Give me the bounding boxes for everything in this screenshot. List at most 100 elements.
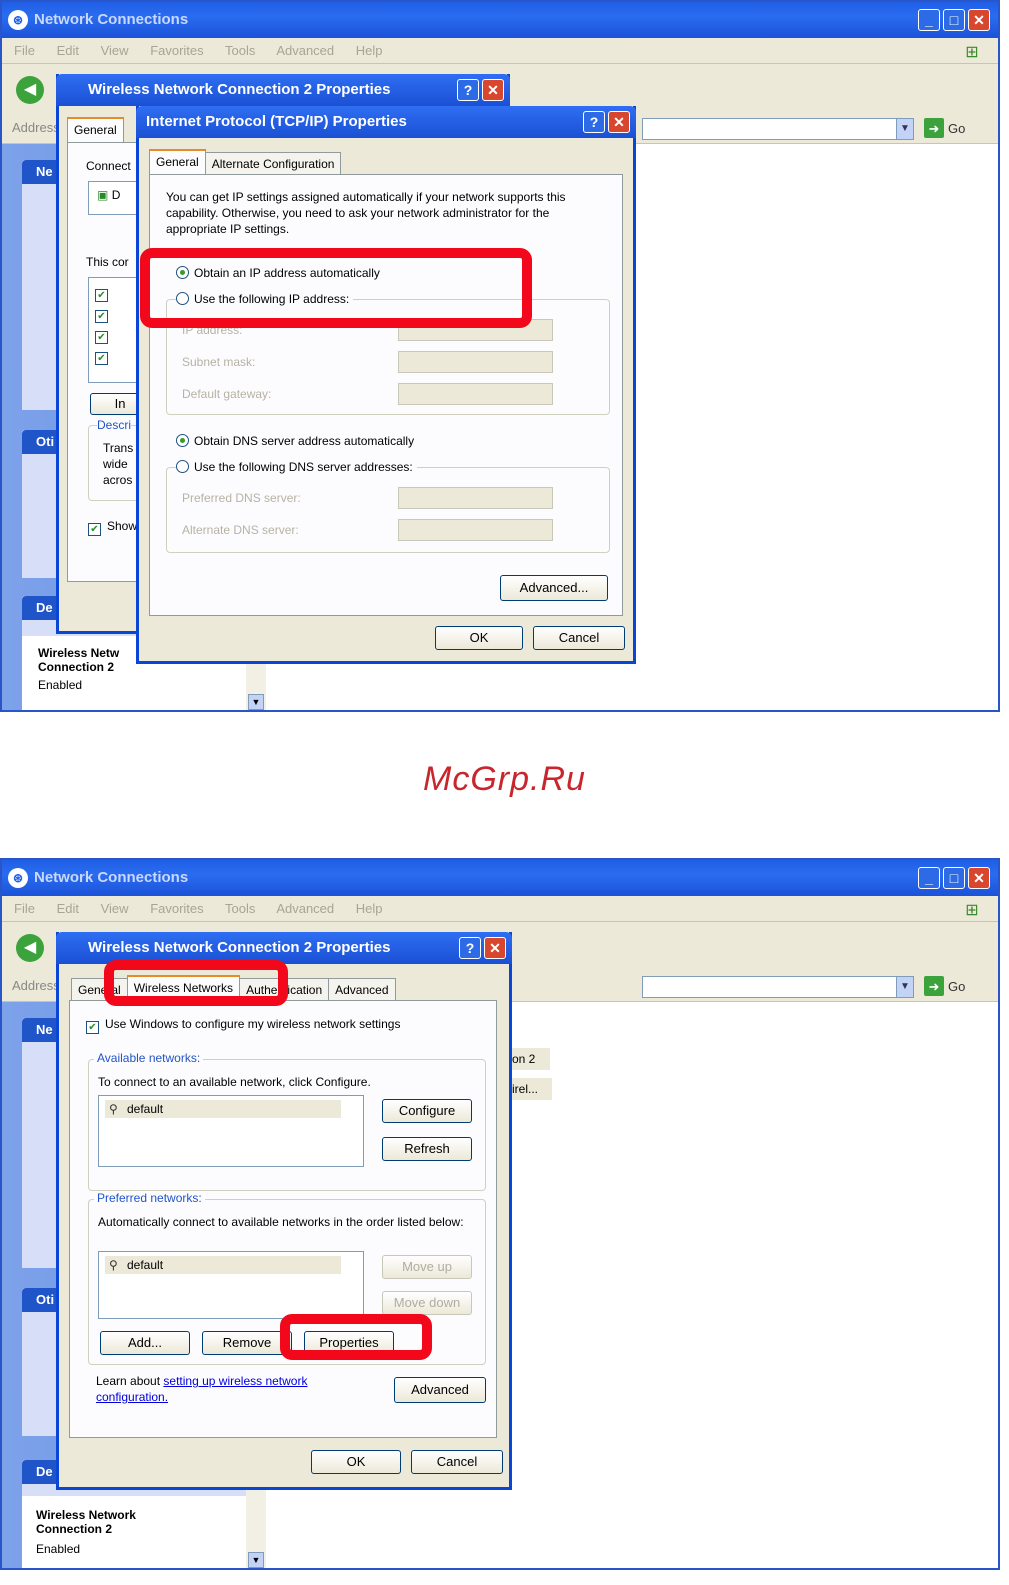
- preferred-networks-desc: Automatically connect to available netwo…: [98, 1215, 464, 1229]
- tab-general[interactable]: General: [149, 149, 206, 174]
- network-icon: ⊛: [8, 10, 28, 30]
- chevron-down-icon[interactable]: ▼: [248, 694, 264, 710]
- radio-unselected-icon[interactable]: [176, 460, 189, 473]
- advanced-button[interactable]: Advanced: [394, 1377, 486, 1403]
- default-gateway-field[interactable]: [398, 383, 553, 405]
- chevron-down-icon[interactable]: ▼: [896, 976, 914, 998]
- move-up-button[interactable]: Move up: [382, 1255, 472, 1279]
- ok-button[interactable]: OK: [435, 626, 523, 650]
- minimize-button[interactable]: _: [918, 9, 940, 31]
- use-windows-checkbox[interactable]: ✔ Use Windows to configure my wireless ne…: [86, 1017, 400, 1034]
- tab-general[interactable]: General: [67, 117, 124, 142]
- alternate-dns-field[interactable]: [398, 519, 553, 541]
- address-input[interactable]: [642, 976, 914, 998]
- connection-item-label[interactable]: irel...: [512, 1078, 552, 1100]
- cancel-button[interactable]: Cancel: [411, 1450, 503, 1474]
- chevron-down-icon[interactable]: ▼: [896, 118, 914, 140]
- intro-text: You can get IP settings assigned automat…: [166, 190, 566, 236]
- add-button[interactable]: Add...: [100, 1331, 190, 1355]
- address-label: Address: [12, 978, 60, 993]
- menu-file[interactable]: File: [14, 901, 35, 916]
- preferred-networks-list[interactable]: ⚲ default: [98, 1251, 364, 1319]
- wireless-networks-panel: ✔ Use Windows to configure my wireless ne…: [69, 1000, 497, 1438]
- advanced-button[interactable]: Advanced...: [500, 575, 608, 601]
- details-status: Enabled: [36, 1542, 81, 1556]
- network-icon: ⊛: [8, 868, 28, 888]
- close-button[interactable]: ✕: [968, 867, 990, 889]
- general-tab-panel: You can get IP settings assigned automat…: [149, 174, 623, 616]
- show-icon-checkbox[interactable]: ✔ Show: [88, 519, 137, 536]
- refresh-button[interactable]: Refresh: [382, 1137, 472, 1161]
- checkbox-icon[interactable]: ✔: [95, 310, 108, 323]
- subnet-mask-field[interactable]: [398, 351, 553, 373]
- list-item[interactable]: ⚲ default: [105, 1256, 341, 1274]
- checkbox-icon[interactable]: ✔: [86, 1021, 99, 1034]
- go-arrow-icon: ➜: [924, 976, 944, 996]
- menu-edit[interactable]: Edit: [57, 43, 79, 58]
- remove-button[interactable]: Remove: [202, 1331, 292, 1355]
- menu-bar: File Edit View Favorites Tools Advanced …: [2, 896, 998, 922]
- go-button[interactable]: ➜ Go: [924, 976, 974, 998]
- menu-edit[interactable]: Edit: [57, 901, 79, 916]
- connection-item-label[interactable]: on 2: [512, 1048, 550, 1070]
- menu-favorites[interactable]: Favorites: [150, 901, 203, 916]
- obtain-dns-auto-radio[interactable]: Obtain DNS server address automatically: [176, 433, 414, 449]
- details-connection-name: Wireless Netw Connection 2: [38, 646, 120, 674]
- list-item[interactable]: ⚲ default: [105, 1100, 341, 1118]
- menu-advanced[interactable]: Advanced: [276, 43, 334, 58]
- radio-selected-icon[interactable]: [176, 434, 189, 447]
- learn-about-text: Learn about setting up wireless network …: [96, 1373, 346, 1405]
- go-button[interactable]: ➜ Go: [924, 118, 974, 140]
- address-label: Address: [12, 120, 60, 135]
- menu-view[interactable]: View: [101, 43, 129, 58]
- help-button[interactable]: ?: [457, 79, 479, 101]
- menu-favorites[interactable]: Favorites: [150, 43, 203, 58]
- preferred-dns-field[interactable]: [398, 487, 553, 509]
- checkbox-icon[interactable]: ✔: [88, 523, 101, 536]
- address-input[interactable]: [642, 118, 914, 140]
- ok-button[interactable]: OK: [311, 1450, 401, 1474]
- close-button[interactable]: ✕: [608, 111, 630, 133]
- network-name: default: [127, 1258, 164, 1272]
- available-networks-desc: To connect to an available network, clic…: [98, 1075, 371, 1089]
- tab-advanced[interactable]: Advanced: [328, 978, 396, 1000]
- help-button[interactable]: ?: [459, 937, 481, 959]
- move-down-button[interactable]: Move down: [382, 1291, 472, 1315]
- menu-tools[interactable]: Tools: [225, 43, 255, 58]
- back-arrow-icon[interactable]: ◀: [16, 934, 44, 962]
- menu-file[interactable]: File: [14, 43, 35, 58]
- checkbox-icon[interactable]: ✔: [95, 352, 108, 365]
- chevron-down-icon[interactable]: ▼: [248, 1552, 264, 1568]
- close-button[interactable]: ✕: [484, 937, 506, 959]
- available-networks-list[interactable]: ⚲ default: [98, 1095, 364, 1167]
- checkbox-icon[interactable]: ✔: [95, 289, 108, 302]
- cancel-button[interactable]: Cancel: [533, 626, 625, 650]
- dialog-title: Wireless Network Connection 2 Properties: [88, 81, 391, 98]
- menu-bar: File Edit View Favorites Tools Advanced …: [2, 38, 998, 64]
- menu-help[interactable]: Help: [356, 901, 383, 916]
- menu-view[interactable]: View: [101, 901, 129, 916]
- help-button[interactable]: ?: [583, 111, 605, 133]
- description-line: acros: [103, 473, 133, 487]
- maximize-button[interactable]: □: [943, 867, 965, 889]
- network-name: default: [127, 1102, 164, 1116]
- close-button[interactable]: ✕: [482, 79, 504, 101]
- screenshot-wireless-networks: ⊛ Network Connections _ □ ✕ File Edit Vi…: [0, 858, 1000, 1570]
- checkbox-icon[interactable]: ✔: [95, 331, 108, 344]
- tab-alternate-configuration[interactable]: Alternate Configuration: [204, 152, 342, 174]
- adapter-icon: ▣: [97, 188, 109, 202]
- close-button[interactable]: ✕: [968, 9, 990, 31]
- menu-advanced[interactable]: Advanced: [276, 901, 334, 916]
- menu-tools[interactable]: Tools: [225, 901, 255, 916]
- wireless-properties-dialog: Wireless Network Connection 2 Properties…: [56, 932, 512, 1490]
- preferred-networks-title: Preferred networks:: [94, 1191, 205, 1205]
- minimize-button[interactable]: _: [918, 867, 940, 889]
- maximize-button[interactable]: □: [943, 9, 965, 31]
- dialog-title: Wireless Network Connection 2 Properties: [88, 939, 391, 956]
- configure-button[interactable]: Configure: [382, 1099, 472, 1123]
- preferred-dns-label: Preferred DNS server:: [182, 491, 301, 505]
- alternate-dns-label: Alternate DNS server:: [182, 523, 299, 537]
- use-static-dns-radio[interactable]: Use the following DNS server addresses:: [176, 459, 417, 475]
- menu-help[interactable]: Help: [356, 43, 383, 58]
- back-arrow-icon[interactable]: ◀: [16, 76, 44, 104]
